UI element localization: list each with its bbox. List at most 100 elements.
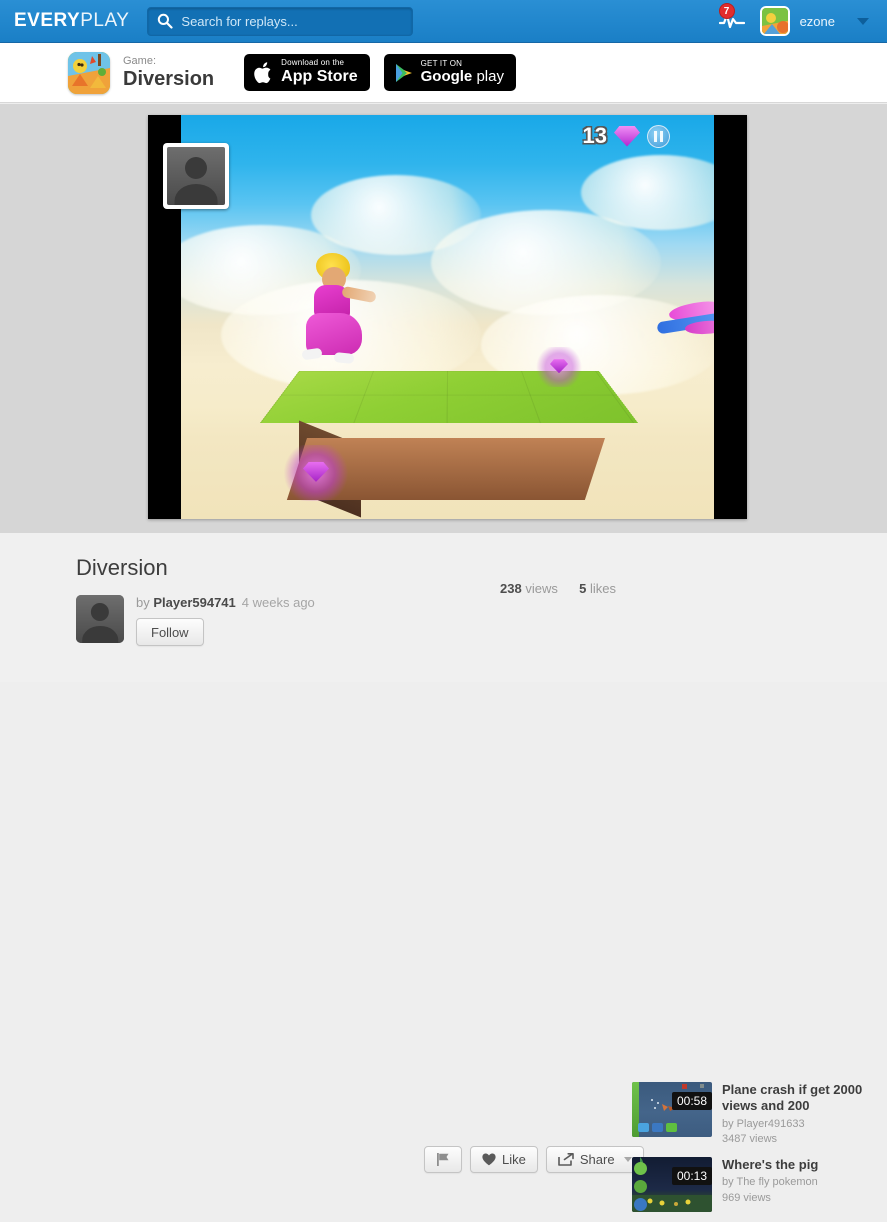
byline: by Player594741 4 weeks ago	[136, 595, 315, 610]
app-store-big-label: App Store	[281, 69, 357, 86]
notifications-button[interactable]: 7	[710, 0, 754, 42]
app-store-small-label: Download on the	[281, 59, 357, 67]
logo-every: EVERY	[14, 10, 80, 31]
share-label: Share	[580, 1152, 615, 1167]
hud-dot	[666, 1123, 677, 1132]
notification-badge: 7	[719, 3, 735, 19]
hud-dot	[634, 1162, 647, 1175]
google-play-logo-icon	[394, 62, 414, 84]
list-item[interactable]: 00:13 Where's the pig by The fly pokemon…	[632, 1157, 882, 1212]
video-info: Where's the pig by The fly pokemon 969 v…	[722, 1157, 818, 1212]
list-item[interactable]: 00:58 Plane crash if get 2000 views and …	[632, 1082, 882, 1147]
thumbnail-hud-icons	[638, 1123, 677, 1132]
user-avatar	[760, 6, 790, 36]
video-author: by The fly pokemon	[722, 1176, 818, 1190]
search-input[interactable]	[173, 8, 412, 35]
avatar-body	[82, 626, 118, 643]
likes-count: 5	[579, 581, 586, 596]
hud-gem-count: 13	[583, 123, 607, 149]
avatar-head	[185, 157, 207, 179]
pause-icon[interactable]	[647, 125, 670, 148]
video-views: 3487 views	[722, 1133, 882, 1147]
related-videos-list: 00:58 Plane crash if get 2000 views and …	[632, 1082, 882, 1222]
like-button[interactable]: Like	[470, 1146, 538, 1173]
game-video-frame: 13	[181, 115, 714, 519]
game-icon[interactable]	[68, 52, 110, 94]
google-play-text: GET IT ON Google play	[421, 60, 504, 85]
character-shoe	[301, 348, 322, 361]
likes-label: likes	[590, 581, 616, 596]
video-title[interactable]: Plane crash if get 2000 views and 200	[722, 1082, 882, 1115]
page-title: Diversion	[76, 555, 621, 581]
video-duration: 00:13	[672, 1167, 712, 1185]
google-play-button[interactable]: GET IT ON Google play	[384, 54, 516, 91]
game-title: Diversion	[123, 68, 214, 90]
author-row: by Player594741 4 weeks ago Follow	[76, 595, 621, 646]
user-menu[interactable]: ezone	[754, 0, 887, 42]
game-character	[294, 253, 370, 363]
google-play-big-label: Google play	[421, 69, 504, 85]
game-icon-art	[68, 52, 110, 94]
video-title[interactable]: Where's the pig	[722, 1157, 818, 1173]
username-label: ezone	[800, 14, 835, 29]
top-navigation-bar: EVERYPLAY 7 ezone	[0, 0, 887, 43]
video-duration: 00:58	[672, 1092, 712, 1110]
video-thumbnail[interactable]: 00:13	[632, 1157, 712, 1212]
views-label: views	[525, 581, 558, 596]
game-hud: 13	[583, 123, 670, 149]
play-word: play	[472, 68, 504, 85]
hud-dot	[634, 1180, 647, 1193]
avatar-placeholder-icon	[76, 595, 124, 643]
replay-details: Diversion by Player594741 4 weeks ago Fol…	[76, 555, 621, 646]
video-views: 969 views	[722, 1192, 818, 1206]
everyplay-logo[interactable]: EVERYPLAY	[14, 10, 129, 32]
flag-icon	[436, 1153, 450, 1166]
chevron-down-icon[interactable]	[857, 18, 869, 25]
time-ago: 4 weeks ago	[242, 595, 315, 610]
gem-icon	[550, 359, 568, 373]
search-icon	[157, 13, 173, 29]
action-buttons: Like Share	[424, 1146, 644, 1173]
logo-play: PLAY	[80, 10, 129, 31]
flag-button[interactable]	[424, 1146, 462, 1173]
avatar-body	[175, 184, 218, 205]
game-plane-object	[651, 301, 714, 347]
hud-dot	[652, 1123, 663, 1132]
apple-logo-icon	[254, 61, 274, 85]
character-shoe	[334, 352, 355, 364]
video-player[interactable]: 13	[148, 115, 747, 519]
content-area: Diversion by Player594741 4 weeks ago Fol…	[0, 533, 887, 682]
author-name[interactable]: Player594741	[153, 595, 235, 610]
app-store-button[interactable]: Download on the App Store	[244, 54, 369, 91]
hud-dot	[638, 1123, 649, 1132]
share-button[interactable]: Share	[546, 1146, 644, 1173]
search-box[interactable]	[147, 7, 413, 36]
author-avatar[interactable]	[76, 595, 124, 643]
views-count: 238	[500, 581, 522, 596]
game-gem-pickup	[536, 347, 582, 387]
gem-icon	[614, 126, 640, 147]
google-play-word: Google	[421, 68, 473, 85]
heart-icon	[482, 1153, 496, 1166]
share-icon	[558, 1153, 574, 1166]
game-avatar-art	[762, 8, 790, 36]
follow-button[interactable]: Follow	[136, 618, 204, 646]
avatar-head	[91, 603, 109, 621]
google-play-small-label: GET IT ON	[421, 60, 504, 68]
like-label: Like	[502, 1152, 526, 1167]
gem-icon	[303, 462, 329, 482]
video-author: by Player491633	[722, 1118, 882, 1132]
nav-right-group: 7 ezone	[710, 0, 887, 42]
chevron-down-icon[interactable]	[624, 1157, 632, 1162]
game-header-bar: Game: Diversion Download on the App Stor…	[0, 43, 887, 103]
hud-dot	[634, 1198, 647, 1211]
video-thumbnail[interactable]: 00:58	[632, 1082, 712, 1137]
stats-row: 238 views 5 likes	[500, 581, 616, 596]
by-prefix: by	[136, 595, 150, 610]
game-text-block: Game: Diversion	[123, 55, 214, 90]
thumbnail-hud-icons	[634, 1162, 647, 1211]
video-overlay-avatar[interactable]	[163, 143, 229, 209]
video-info: Plane crash if get 2000 views and 200 by…	[722, 1082, 882, 1147]
avatar-placeholder-icon	[167, 147, 225, 205]
author-info: by Player594741 4 weeks ago Follow	[136, 595, 315, 646]
